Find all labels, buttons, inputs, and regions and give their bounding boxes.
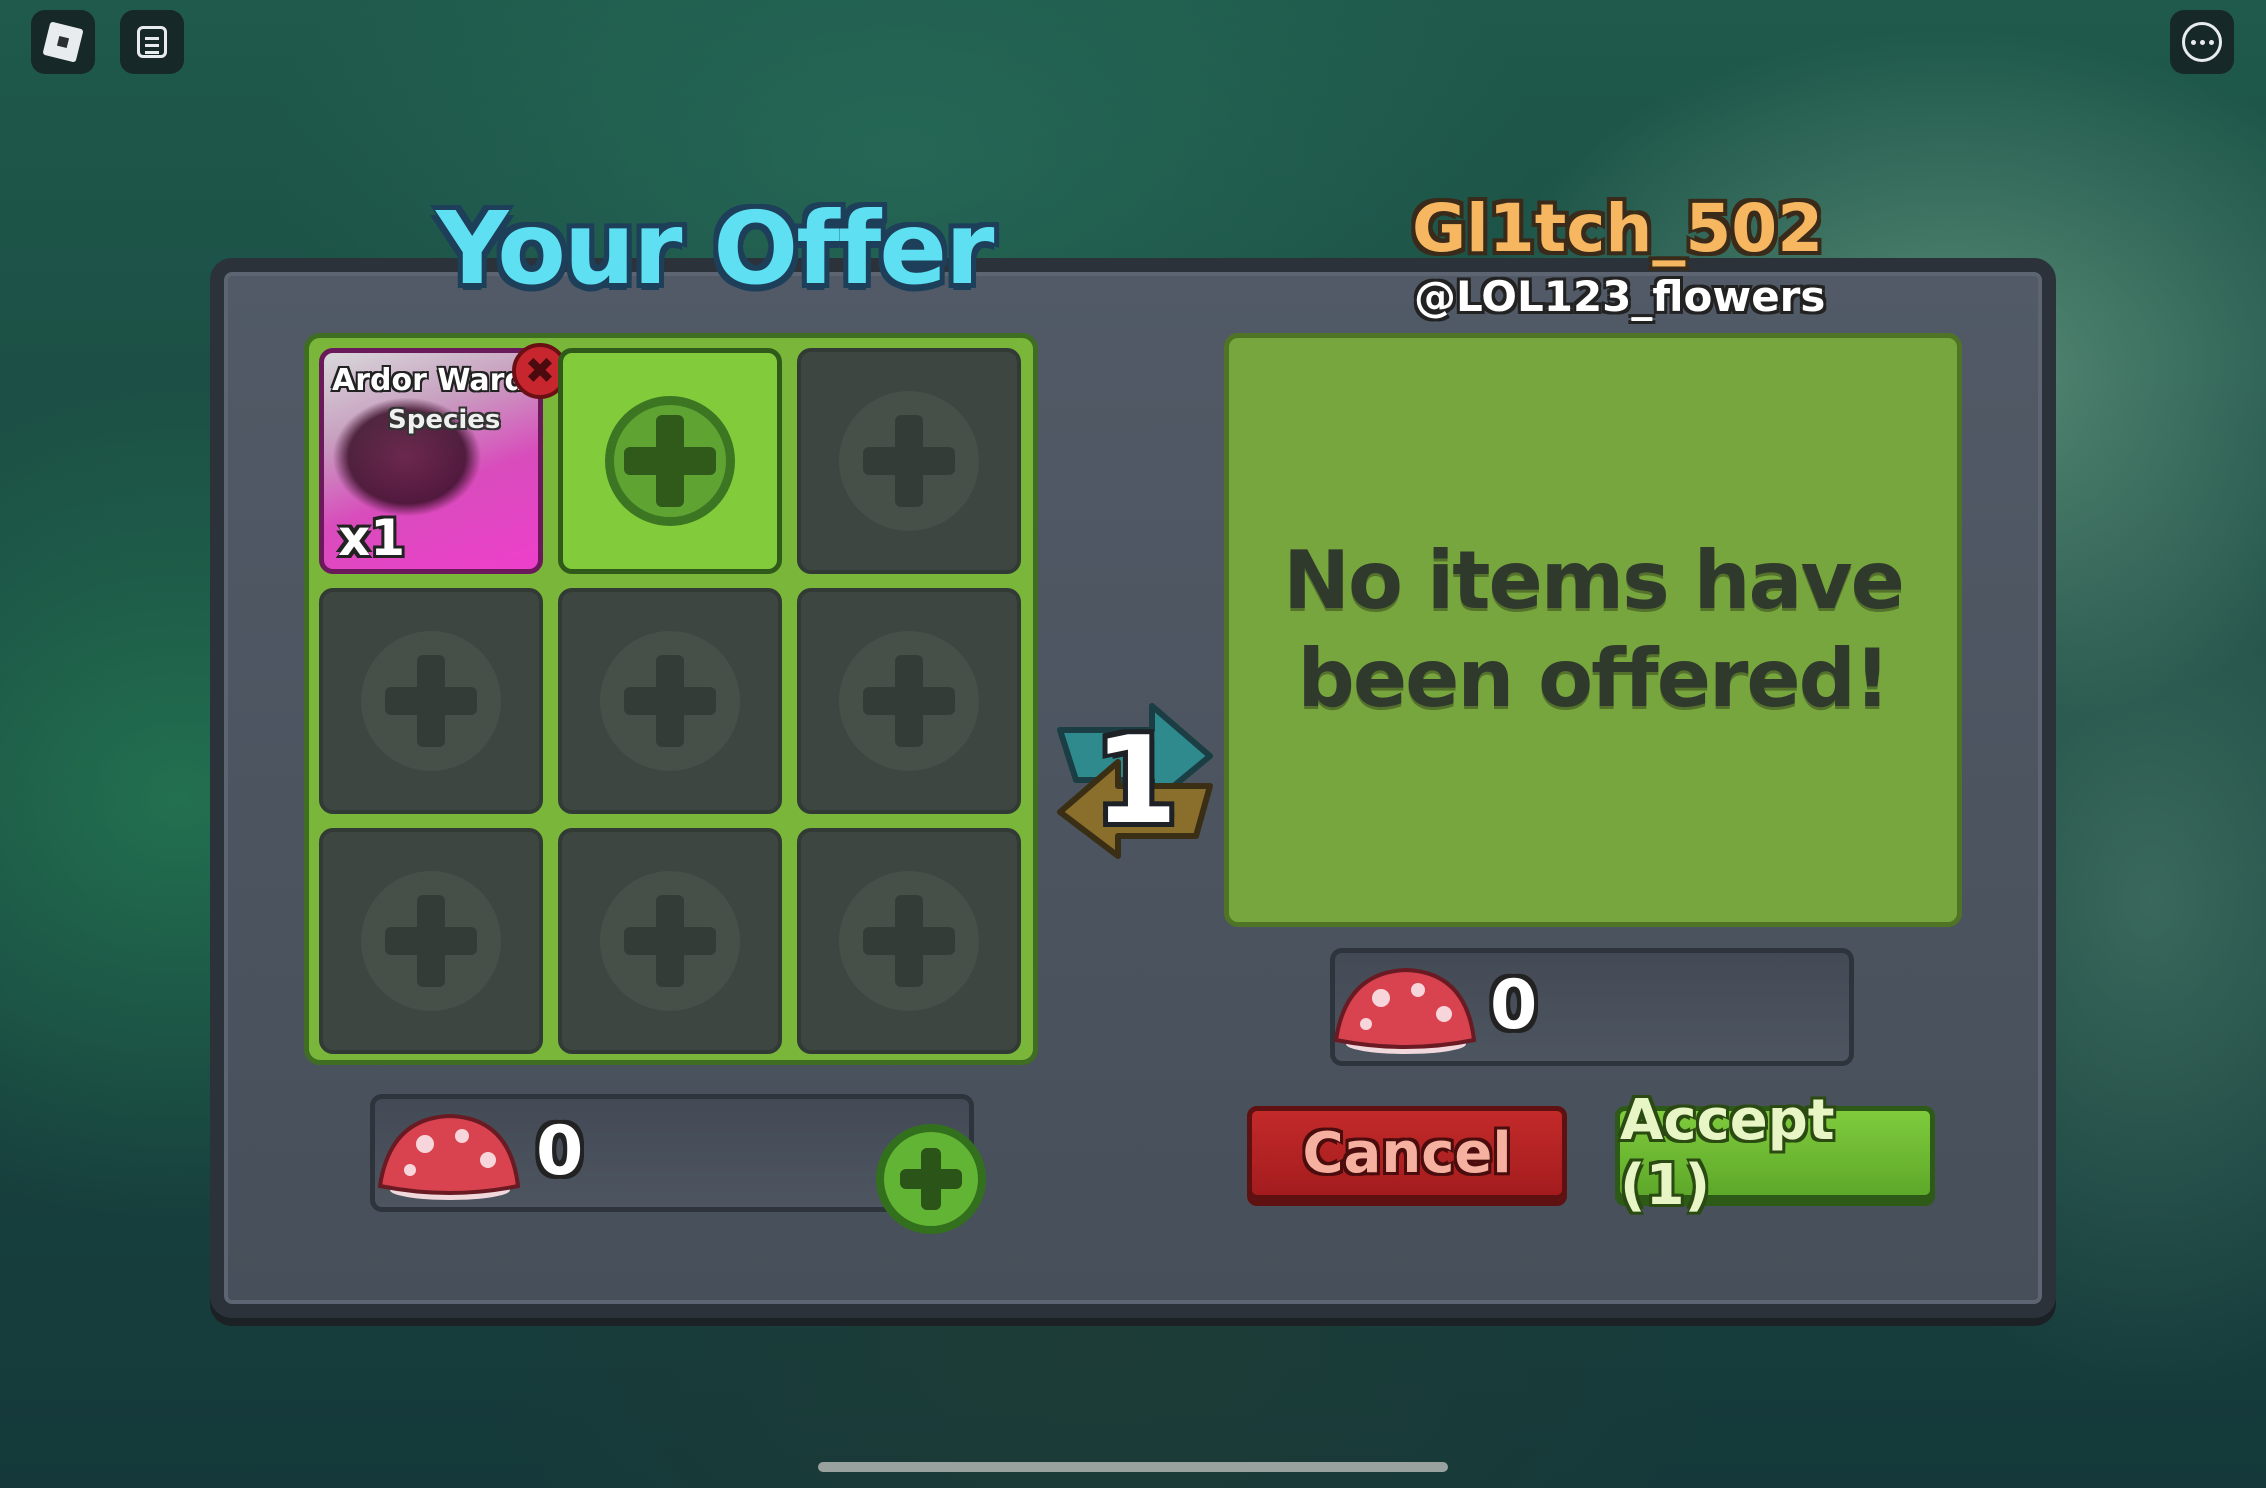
- empty-message-line1: No items have: [1283, 534, 1905, 628]
- chat-button[interactable]: [120, 10, 184, 74]
- empty-slot: [319, 588, 543, 814]
- roblox-logo-icon: [42, 21, 84, 63]
- offer-slot-item[interactable]: Ardor Ward Species x1 ✖: [319, 343, 568, 574]
- empty-slot: [797, 828, 1021, 1054]
- plus-icon: [600, 871, 740, 1011]
- add-item-slot[interactable]: [558, 348, 782, 574]
- empty-offer-message: No items have been offered!: [1283, 532, 1905, 727]
- mushroom-icon: [377, 1113, 521, 1200]
- empty-message-line2: been offered!: [1297, 632, 1891, 725]
- plus-icon: [839, 391, 979, 531]
- trade-count: 1: [1094, 712, 1178, 851]
- item-type: Species: [388, 405, 501, 435]
- empty-slot: [558, 828, 782, 1054]
- cancel-button[interactable]: Cancel: [1247, 1106, 1567, 1200]
- item-name: Ardor Ward: [332, 363, 526, 398]
- accept-button[interactable]: Accept (1): [1615, 1088, 1935, 1218]
- partner-offer-area: No items have been offered!: [1224, 333, 1962, 927]
- plus-icon: [600, 631, 740, 771]
- mushroom-icon: [1333, 967, 1477, 1054]
- your-currency-value: 0: [536, 1112, 584, 1191]
- plus-icon: [839, 631, 979, 771]
- empty-slot: [558, 588, 782, 814]
- plus-icon: [900, 1148, 962, 1210]
- your-offer-grid: Ardor Ward Species x1 ✖: [304, 333, 1038, 1065]
- chat-icon: [137, 26, 167, 58]
- home-indicator[interactable]: [818, 1462, 1448, 1472]
- empty-slot: [319, 828, 543, 1054]
- more-options-button[interactable]: [2170, 10, 2234, 74]
- empty-slot: [797, 588, 1021, 814]
- plus-icon: [361, 631, 501, 771]
- plus-icon: [839, 871, 979, 1011]
- add-currency-button[interactable]: [876, 1124, 986, 1234]
- more-options-icon: [2182, 22, 2222, 62]
- your-offer-title: Your Offer: [436, 190, 994, 307]
- plus-icon: [605, 396, 735, 526]
- partner-display-name: Gl1tch_502: [1412, 190, 1824, 267]
- empty-slot: [797, 348, 1021, 574]
- item-quantity: x1: [338, 509, 406, 567]
- close-icon: ✖: [524, 350, 556, 392]
- plus-icon: [361, 871, 501, 1011]
- partner-username: @LOL123_flowers: [1414, 272, 1826, 321]
- partner-currency-value: 0: [1490, 966, 1538, 1045]
- roblox-menu-button[interactable]: [31, 10, 95, 74]
